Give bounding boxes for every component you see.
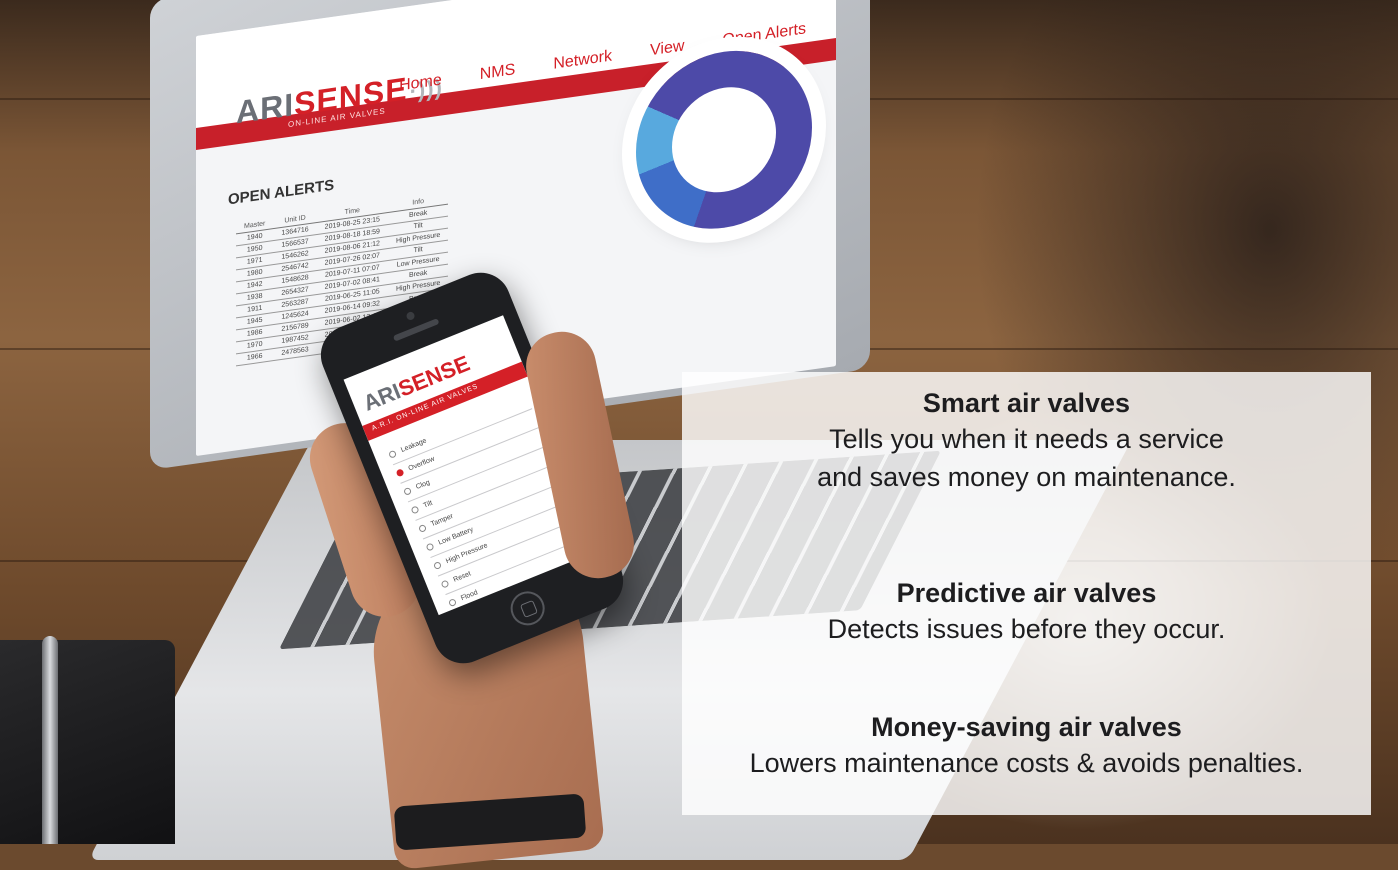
alert-type-label: Leakage	[400, 437, 428, 454]
radio-icon[interactable]	[440, 579, 450, 589]
black-notebook	[0, 640, 175, 844]
feature-desc: Detects issues before they occur.	[827, 614, 1226, 644]
feature-desc: Lowers maintenance costs & avoids penalt…	[749, 748, 1304, 778]
feature-desc: and saves money on maintenance.	[817, 462, 1236, 492]
pen	[42, 636, 58, 844]
open-alerts-title: OPEN ALERTS	[228, 176, 335, 209]
radio-icon[interactable]	[417, 523, 428, 533]
alert-type-label: Tilt	[422, 499, 434, 510]
radio-icon[interactable]	[447, 598, 458, 608]
feature-desc: Tells you when it needs a service	[829, 424, 1224, 454]
donut-hole	[672, 80, 776, 200]
feature-title: Money-saving air valves	[871, 712, 1182, 742]
camera-icon	[405, 310, 416, 322]
feature-title: Smart air valves	[922, 388, 1131, 418]
features-panel: Smart air valves Tells you when it needs…	[682, 372, 1371, 815]
radio-icon[interactable]	[432, 560, 443, 571]
feature-title: Predictive air valves	[896, 578, 1157, 608]
speaker-grille	[392, 318, 440, 342]
feature-money-saving: Money-saving air valves Lowers maintenan…	[682, 710, 1371, 782]
alert-type-label: Clog	[415, 479, 432, 492]
radio-icon[interactable]	[410, 505, 420, 515]
alert-type-label: Reset	[452, 570, 473, 584]
radio-icon[interactable]	[402, 486, 413, 496]
radio-icon[interactable]	[425, 542, 435, 552]
radio-icon[interactable]	[388, 449, 398, 459]
alert-type-label: Flood	[460, 589, 479, 603]
alert-type-label: Overflow	[407, 455, 436, 473]
feature-predictive: Predictive air valves Detects issues bef…	[682, 576, 1371, 648]
feature-smart: Smart air valves Tells you when it needs…	[682, 386, 1371, 496]
logo-ari-text: ARI	[236, 86, 295, 131]
radio-icon[interactable]	[395, 468, 405, 478]
alert-type-label: Tamper	[430, 512, 455, 529]
home-button-icon[interactable]	[505, 586, 550, 631]
